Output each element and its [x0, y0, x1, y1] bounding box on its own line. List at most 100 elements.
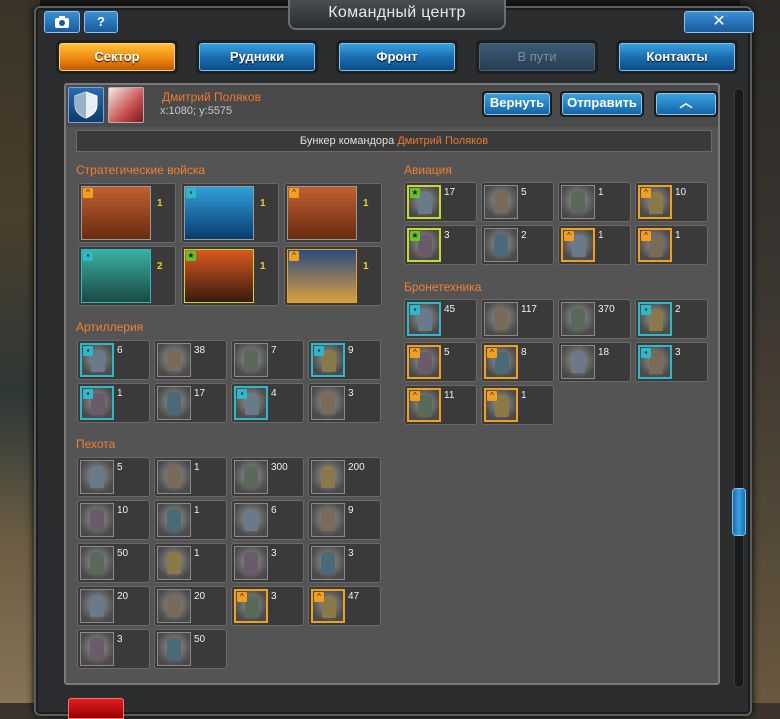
unit-count: 10 — [117, 505, 129, 516]
unit-figure — [167, 392, 181, 414]
unit-card-artillery[interactable]: 3 — [308, 383, 381, 423]
unit-count: 1 — [521, 390, 527, 401]
unit-icon — [157, 589, 191, 623]
unit-card-aviation[interactable]: ★ 17 — [404, 182, 477, 222]
unit-card-strategic[interactable]: ▪ 1 — [181, 183, 279, 243]
tab-mines[interactable]: Рудники — [196, 40, 318, 74]
unit-card-armor[interactable]: ▪ 45 — [404, 299, 477, 339]
unit-count: 5 — [521, 187, 527, 198]
send-button[interactable]: Отправить — [560, 91, 644, 117]
camera-icon — [55, 16, 69, 28]
unit-icon — [484, 185, 518, 219]
unit-card-infantry[interactable]: 6 — [231, 500, 304, 540]
unit-card-infantry[interactable]: 9 — [308, 500, 381, 540]
unit-card-infantry[interactable]: 5 — [77, 457, 150, 497]
unit-card-strategic[interactable]: ^ 1 — [284, 183, 382, 243]
tab-label: Контакты — [619, 43, 735, 71]
return-button[interactable]: Вернуть — [482, 91, 552, 117]
unit-count: 7 — [271, 345, 277, 356]
unit-count: 10 — [675, 187, 687, 198]
unit-card-aviation[interactable]: 1 — [558, 182, 631, 222]
unit-figure — [418, 192, 432, 214]
unit-card-aviation[interactable]: ★ 3 — [404, 225, 477, 265]
player-coords: x:1080; y:5575 — [160, 105, 233, 117]
unit-card-artillery[interactable]: 7 — [231, 340, 304, 380]
tab-in-transit[interactable]: В пути — [476, 40, 598, 74]
unit-count: 3 — [444, 230, 450, 241]
collapse-button[interactable]: ︿ — [654, 91, 718, 117]
unit-count: 8 — [521, 347, 527, 358]
unit-count: 1 — [117, 388, 123, 399]
unit-card-strategic[interactable]: ★ 1 — [181, 246, 279, 306]
unit-count: 370 — [598, 304, 615, 315]
rank-icon: ^ — [314, 592, 324, 602]
unit-card-artillery[interactable]: ▪ 6 — [77, 340, 150, 380]
unit-card-armor[interactable]: ^ 11 — [404, 385, 477, 425]
unit-card-artillery[interactable]: ▪ 1 — [77, 383, 150, 423]
unit-card-aviation[interactable]: 2 — [481, 225, 554, 265]
unit-card-infantry[interactable]: 300 — [231, 457, 304, 497]
close-button[interactable]: ✕ — [684, 11, 754, 33]
unit-card-artillery[interactable]: ▪ 4 — [231, 383, 304, 423]
unit-card-aviation[interactable]: ^ 10 — [635, 182, 708, 222]
help-button[interactable]: ? — [84, 11, 118, 33]
unit-card-infantry[interactable]: 10 — [77, 500, 150, 540]
unit-figure — [649, 352, 663, 374]
scrollbar-track[interactable] — [734, 88, 744, 688]
unit-count: 1 — [157, 198, 163, 209]
unit-card-strategic[interactable]: ▪ 2 — [78, 246, 176, 306]
unit-count: 9 — [348, 505, 354, 516]
unit-card-infantry[interactable]: 3 — [308, 543, 381, 583]
unit-card-strategic[interactable]: ^ 1 — [78, 183, 176, 243]
unit-card-infantry[interactable]: 3 — [77, 629, 150, 669]
unit-card-aviation[interactable]: ^ 1 — [558, 225, 631, 265]
unit-card-infantry[interactable]: 3 — [231, 543, 304, 583]
unit-count: 3 — [271, 591, 277, 602]
unit-card-infantry[interactable]: 50 — [77, 543, 150, 583]
unit-card-infantry[interactable]: ^ 3 — [231, 586, 304, 626]
rank-icon: ^ — [410, 391, 420, 401]
unit-icon: ▪ — [80, 343, 114, 377]
tab-sector[interactable]: Сектор — [56, 40, 178, 74]
unit-card-artillery[interactable]: ▪ 9 — [308, 340, 381, 380]
unit-card-armor[interactable]: ▪ 3 — [635, 342, 708, 382]
rank-icon: ^ — [289, 251, 299, 261]
unit-figure — [321, 466, 335, 488]
unit-icon — [311, 546, 345, 580]
player-name[interactable]: Дмитрий Поляков — [162, 90, 261, 104]
unit-count: 11 — [444, 390, 455, 401]
avatar[interactable] — [108, 87, 144, 123]
unit-card-aviation[interactable]: 5 — [481, 182, 554, 222]
unit-icon — [311, 503, 345, 537]
scrollbar-thumb[interactable] — [732, 488, 746, 536]
unit-card-infantry[interactable]: 1 — [154, 543, 227, 583]
unit-icon — [157, 343, 191, 377]
bunker-owner: Дмитрий Поляков — [397, 135, 489, 147]
alert-button[interactable] — [68, 698, 124, 719]
camera-button[interactable] — [44, 11, 80, 33]
unit-card-infantry[interactable]: 200 — [308, 457, 381, 497]
tab-front[interactable]: Фронт — [336, 40, 458, 74]
unit-card-armor[interactable]: ^ 8 — [481, 342, 554, 382]
unit-card-armor[interactable]: ▪ 2 — [635, 299, 708, 339]
unit-card-armor[interactable]: ^ 5 — [404, 342, 477, 382]
unit-card-armor[interactable]: 117 — [481, 299, 554, 339]
unit-card-infantry[interactable]: 1 — [154, 457, 227, 497]
unit-card-infantry[interactable]: 20 — [77, 586, 150, 626]
unit-card-armor[interactable]: 370 — [558, 299, 631, 339]
unit-card-infantry[interactable]: 20 — [154, 586, 227, 626]
unit-card-armor[interactable]: 18 — [558, 342, 631, 382]
unit-card-infantry[interactable]: ^ 47 — [308, 586, 381, 626]
section-title-artillery: Артиллерия — [76, 320, 144, 334]
unit-card-infantry[interactable]: 1 — [154, 500, 227, 540]
unit-card-artillery[interactable]: 17 — [154, 383, 227, 423]
unit-card-artillery[interactable]: 38 — [154, 340, 227, 380]
unit-card-strategic[interactable]: ^ 1 — [284, 246, 382, 306]
tab-contacts[interactable]: Контакты — [616, 40, 738, 74]
unit-card-armor[interactable]: ^ 1 — [481, 385, 554, 425]
unit-icon — [80, 460, 114, 494]
unit-icon: ^ — [484, 345, 518, 379]
unit-card-aviation[interactable]: ^ 1 — [635, 225, 708, 265]
unit-card-infantry[interactable]: 50 — [154, 629, 227, 669]
unit-count: 3 — [271, 548, 277, 559]
